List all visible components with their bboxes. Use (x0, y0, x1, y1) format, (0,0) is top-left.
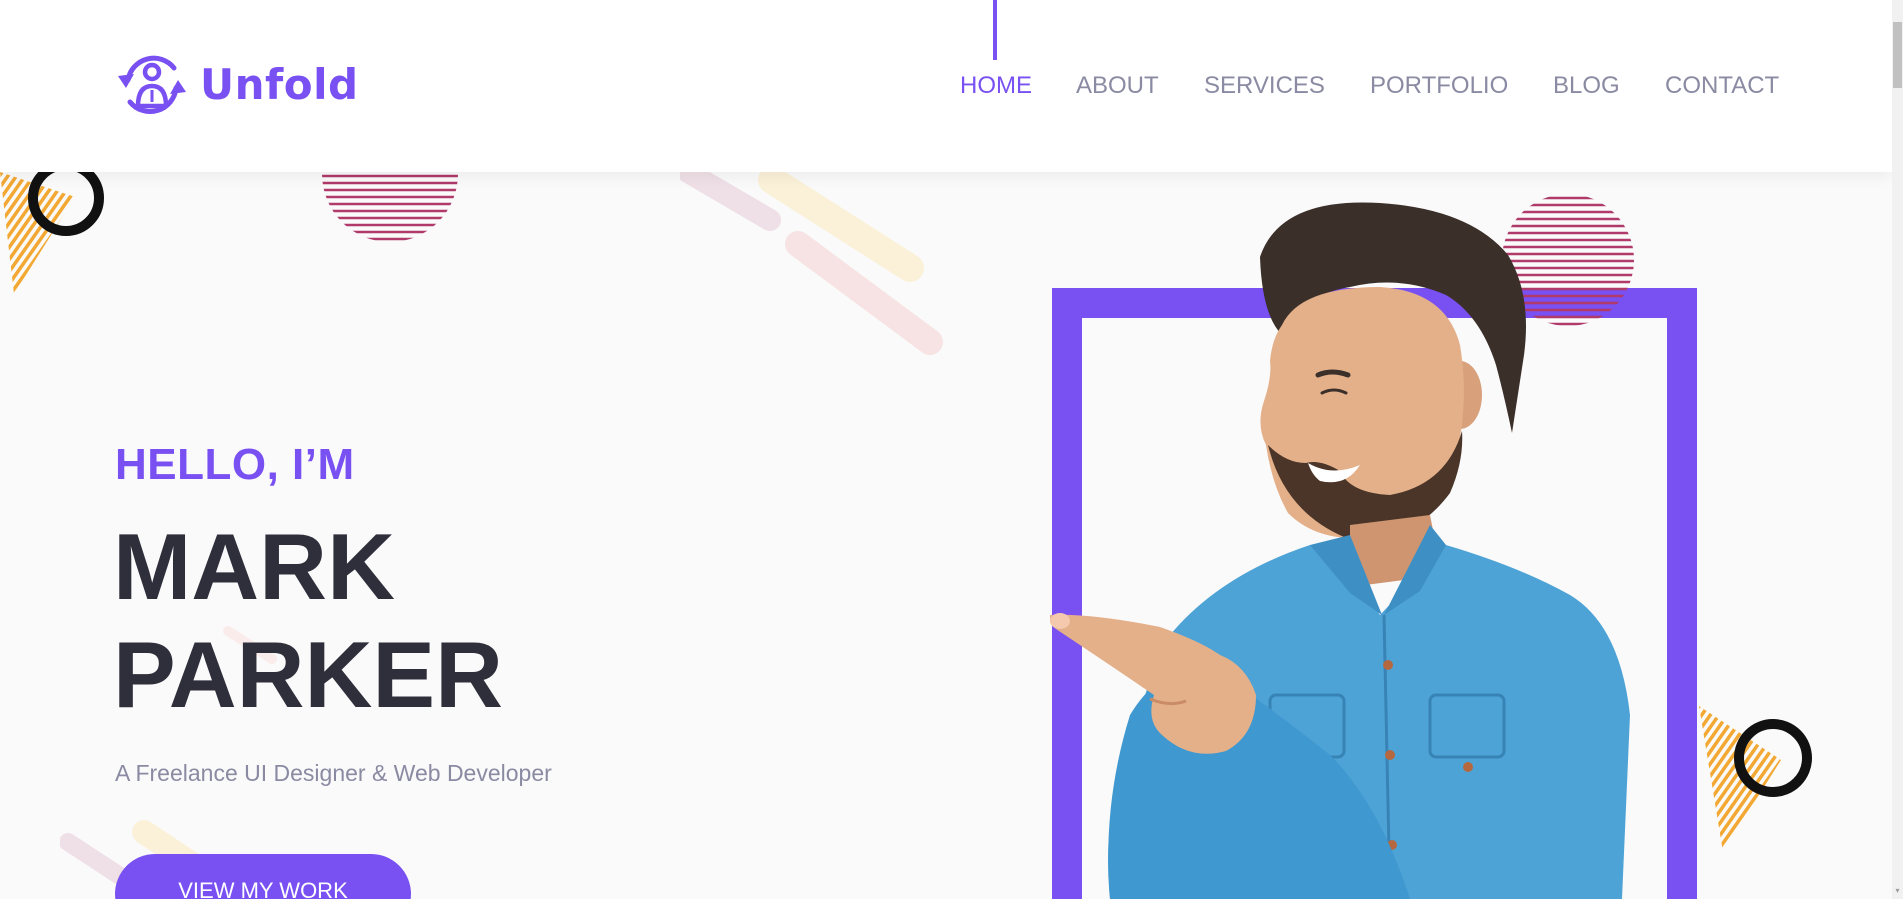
view-my-work-button[interactable]: VIEW MY WORK (115, 854, 411, 899)
triangle-ring-decoration-right (1699, 706, 1812, 852)
nav-item-services[interactable]: SERVICES (1204, 72, 1325, 100)
nav-item-blog[interactable]: BLOG (1553, 72, 1620, 100)
scrollbar-thumb[interactable] (1893, 22, 1902, 88)
nav-item-about[interactable]: ABOUT (1076, 72, 1159, 100)
site-header: Unfold HOME ABOUT SERVICES PORTFOLIO BLO… (0, 0, 1892, 172)
striped-half-circle-decoration (322, 174, 458, 241)
active-nav-indicator (993, 0, 997, 60)
triangle-stripes-decoration (0, 172, 104, 294)
main-nav: HOME ABOUT SERVICES PORTFOLIO BLOG CONTA… (0, 72, 1892, 102)
hero-first-name: MARK (113, 514, 395, 619)
man-pointing-photo (1050, 202, 1630, 899)
nav-item-portfolio[interactable]: PORTFOLIO (1370, 72, 1508, 100)
hero-last-name: PARKER (113, 622, 503, 727)
hero-tagline: A Freelance UI Designer & Web Developer (115, 760, 552, 786)
nav-item-contact[interactable]: CONTACT (1665, 72, 1779, 100)
hero-greeting: HELLO, I’M (115, 440, 355, 489)
scroll-down-arrow-icon[interactable]: ▾ (1893, 886, 1902, 895)
diagonal-bars-decoration (680, 172, 943, 355)
page-scrollbar[interactable]: ▾ (1892, 0, 1903, 899)
nav-item-home[interactable]: HOME (960, 72, 1032, 100)
